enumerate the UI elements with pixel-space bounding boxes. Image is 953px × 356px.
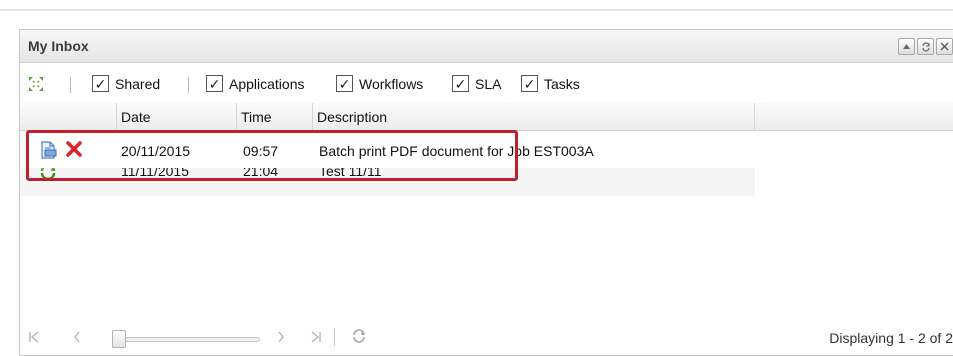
close-panel-button[interactable] (936, 38, 953, 55)
row-description: Test 11/11 (319, 168, 382, 179)
refresh-icon (353, 329, 365, 343)
shared-label: Shared (115, 75, 161, 92)
grid-header-filler (755, 103, 953, 131)
filter-tasks[interactable]: ✓ Tasks (521, 75, 580, 92)
panel-tools (898, 38, 953, 55)
collapse-up-icon (903, 44, 910, 49)
sla-label: SLA (475, 75, 502, 92)
sla-checkbox[interactable]: ✓ (452, 75, 469, 92)
table-row[interactable]: 20/11/2015 09:57 Batch print PDF documen… (20, 134, 755, 166)
close-icon (940, 42, 949, 51)
paging-toolbar: Displaying 1 - 2 of 2 (20, 318, 953, 356)
pager-info: Displaying 1 - 2 of 2 (829, 330, 953, 346)
top-divider (0, 9, 953, 11)
workflows-checkbox[interactable]: ✓ (336, 75, 353, 92)
filter-shared[interactable]: ✓ Shared (92, 75, 160, 92)
applications-checkbox[interactable]: ✓ (206, 75, 223, 92)
print-document-icon[interactable] (38, 140, 58, 160)
next-page-icon (278, 331, 284, 343)
column-header-date[interactable]: Date (117, 103, 237, 131)
table-row[interactable]: 11/11/2015 21:04 Test 11/11 (20, 168, 755, 196)
refresh-icon (921, 41, 930, 52)
grid-header: Date Time Description (20, 103, 755, 131)
first-page-button[interactable] (28, 330, 40, 346)
expand-collapse-icon[interactable] (28, 76, 44, 92)
column-header-time[interactable]: Time (237, 103, 313, 131)
collapse-button[interactable] (898, 38, 915, 55)
filter-applications[interactable]: ✓ Applications (206, 75, 305, 92)
shared-checkbox[interactable]: ✓ (92, 75, 109, 92)
page-slider-thumb[interactable] (112, 330, 126, 348)
row-description: Batch print PDF document for Job EST003A (319, 143, 594, 159)
row-date: 20/11/2015 (121, 143, 191, 159)
first-page-icon (29, 331, 39, 343)
previous-page-button[interactable] (72, 330, 82, 346)
tasks-label: Tasks (544, 75, 580, 92)
page-slider-track[interactable] (120, 337, 260, 342)
applications-label: Applications (229, 75, 305, 92)
column-header-description[interactable]: Description (313, 103, 755, 131)
tasks-checkbox[interactable]: ✓ (521, 75, 538, 92)
panel-title: My Inbox (28, 38, 89, 54)
row-time: 09:57 (243, 143, 279, 159)
last-page-button[interactable] (310, 330, 322, 346)
toolbar-separator (188, 77, 189, 93)
delete-icon[interactable] (65, 140, 83, 158)
refresh-task-icon[interactable] (38, 168, 58, 182)
filter-sla[interactable]: ✓ SLA (452, 75, 501, 92)
row-date: 11/11/2015 (121, 168, 189, 179)
previous-page-icon (74, 331, 80, 343)
panel-header: My Inbox (20, 30, 953, 63)
next-page-button[interactable] (276, 330, 286, 346)
filter-toolbar: ✓ Shared ✓ Applications ✓ Workflows ✓ SL… (20, 64, 953, 102)
workflows-label: Workflows (359, 75, 424, 92)
pager-separator (334, 328, 335, 346)
refresh-panel-button[interactable] (917, 38, 934, 55)
toolbar-separator (70, 77, 71, 93)
icon-column-header (20, 103, 117, 131)
filter-workflows[interactable]: ✓ Workflows (336, 75, 423, 92)
last-page-icon (311, 331, 321, 343)
refresh-button[interactable] (350, 327, 368, 347)
row-time: 21:04 (243, 168, 279, 179)
inbox-panel: My Inbox ✓ Shared ✓ Applications ✓ Workf… (19, 29, 953, 356)
